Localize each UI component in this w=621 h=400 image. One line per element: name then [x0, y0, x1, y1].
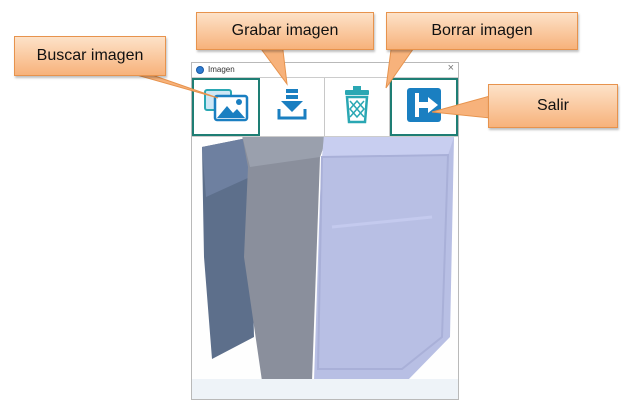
close-button[interactable]: × [448, 63, 454, 74]
buscar-imagen-button[interactable] [192, 78, 260, 136]
toolbar [192, 77, 458, 137]
app-icon [196, 66, 204, 74]
trash-icon [337, 84, 377, 131]
window-title: Imagen [208, 65, 235, 74]
download-save-icon [272, 85, 312, 130]
borrar-imagen-button[interactable] [325, 78, 390, 136]
image-preview [192, 135, 458, 381]
image-folder-icon [201, 86, 251, 129]
title-bar: Imagen × [192, 63, 458, 77]
salir-callout: Salir [488, 84, 618, 128]
image-window: Imagen × [191, 62, 459, 400]
borrar-imagen-callout: Borrar imagen [386, 12, 578, 50]
buscar-imagen-callout: Buscar imagen [14, 36, 166, 76]
exit-door-icon [404, 85, 444, 130]
grabar-imagen-callout: Grabar imagen [196, 12, 374, 50]
grabar-imagen-button[interactable] [260, 78, 325, 136]
salir-button[interactable] [390, 78, 458, 136]
status-strip [192, 379, 458, 399]
